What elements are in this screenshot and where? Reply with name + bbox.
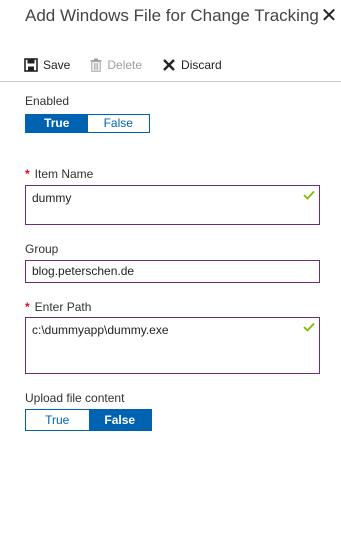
- trash-icon: [90, 58, 102, 72]
- blade-title: Add Windows File for Change Tracking: [25, 6, 319, 25]
- toolbar-divider: [0, 81, 341, 82]
- enter-path-label-text: Enter Path: [34, 300, 92, 314]
- enter-path-value: c:\dummyapp\dummy.exe: [32, 323, 169, 337]
- upload-false-option[interactable]: False: [88, 410, 151, 430]
- delete-label: Delete: [107, 58, 143, 72]
- close-icon[interactable]: ✕: [320, 5, 338, 27]
- discard-button[interactable]: Discard: [162, 58, 222, 72]
- upload-file-content-label: Upload file content: [25, 391, 125, 405]
- save-label: Save: [43, 58, 71, 72]
- item-name-label-text: Item Name: [34, 167, 94, 181]
- group-value: blog.peterschen.de: [32, 264, 135, 278]
- discard-x-icon: [163, 59, 175, 71]
- enabled-true-option[interactable]: True: [26, 115, 88, 132]
- valid-check-icon: [303, 322, 315, 332]
- enter-path-label: * Enter Path: [25, 300, 91, 314]
- item-name-value: dummy: [32, 191, 72, 205]
- required-marker: *: [25, 300, 30, 314]
- command-bar: Save Delete Discard: [24, 55, 242, 75]
- required-marker: *: [25, 167, 30, 181]
- valid-check-icon: [303, 190, 315, 200]
- upload-true-option[interactable]: True: [26, 410, 89, 430]
- discard-label: Discard: [181, 58, 222, 72]
- enabled-false-option[interactable]: False: [88, 115, 150, 132]
- save-button[interactable]: Save: [24, 58, 70, 72]
- delete-button[interactable]: Delete: [90, 58, 142, 72]
- item-name-input[interactable]: dummy: [25, 185, 320, 225]
- group-label: Group: [25, 242, 59, 256]
- enter-path-input[interactable]: c:\dummyapp\dummy.exe: [25, 317, 320, 374]
- upload-file-content-toggle: True False: [25, 409, 152, 431]
- enabled-toggle: True False: [25, 114, 150, 133]
- item-name-label: * Item Name: [25, 167, 93, 181]
- save-icon: [24, 58, 38, 72]
- group-input[interactable]: blog.peterschen.de: [25, 260, 320, 283]
- enabled-label: Enabled: [25, 94, 70, 108]
